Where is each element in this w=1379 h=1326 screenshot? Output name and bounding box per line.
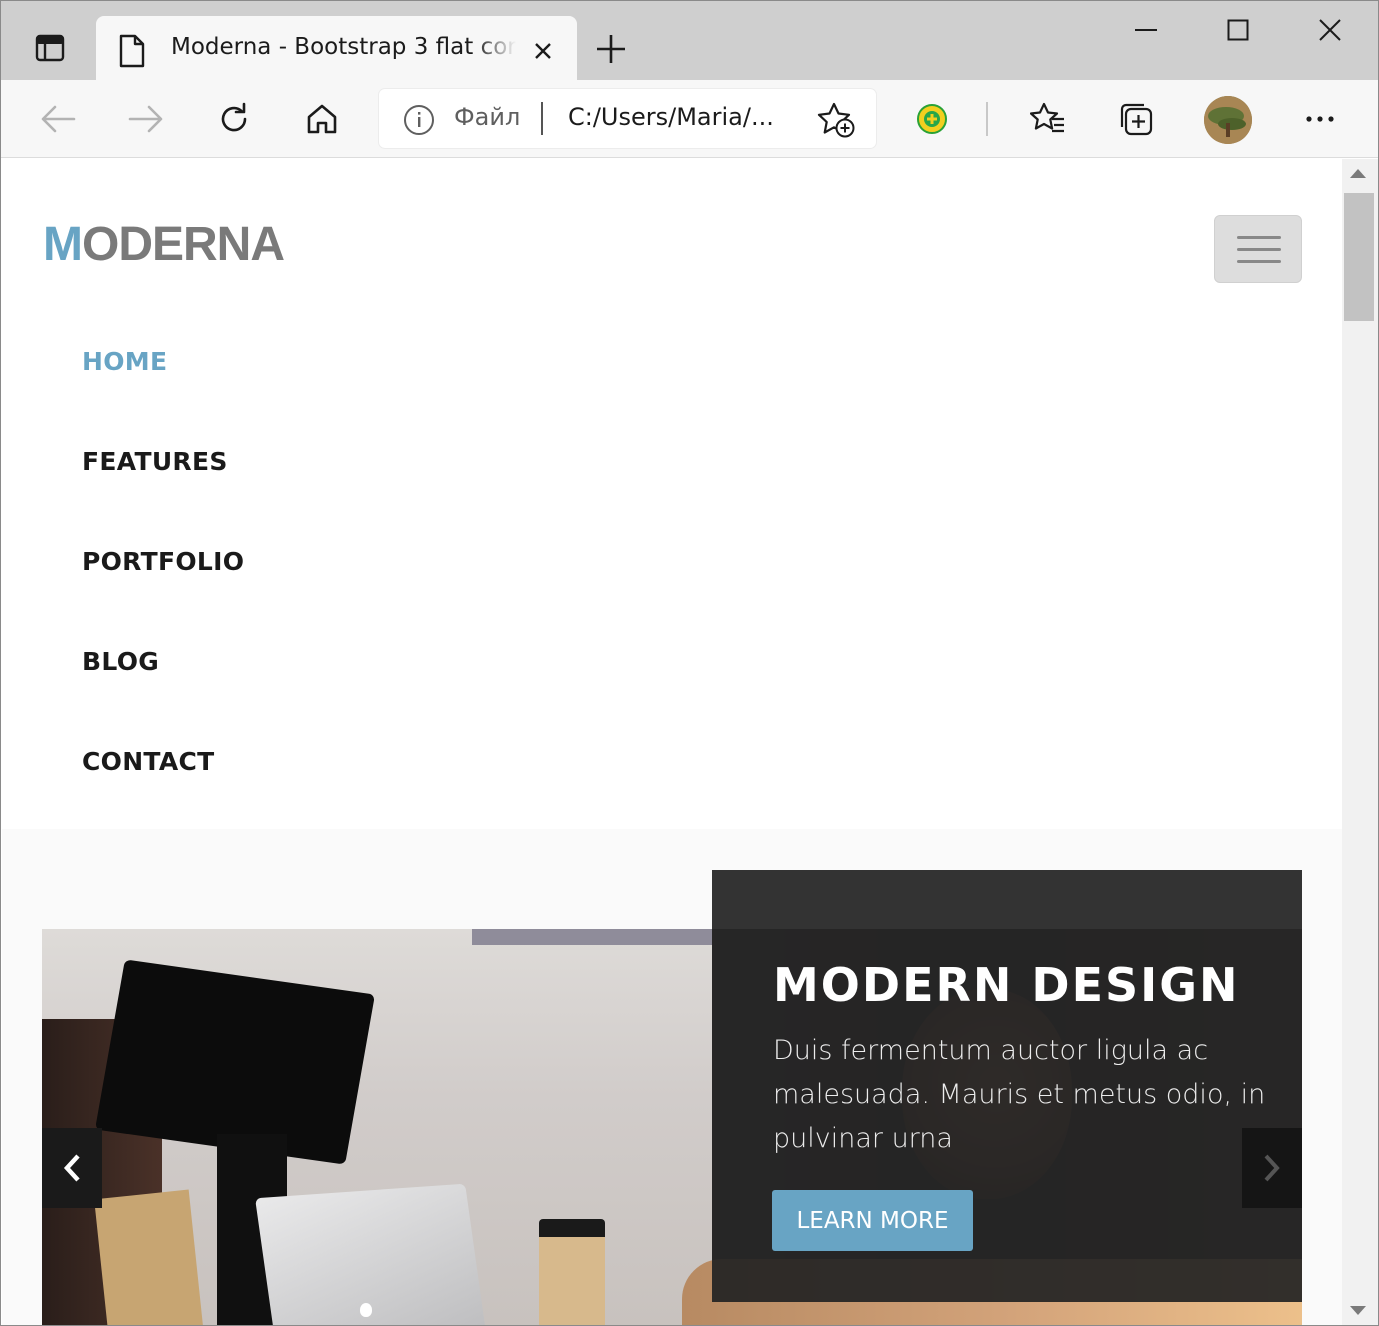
menu-item-home[interactable]: HOME: [82, 347, 244, 376]
maximize-button[interactable]: [1208, 6, 1268, 54]
chevron-right-icon: [1264, 1154, 1280, 1182]
forward-arrow-icon[interactable]: [124, 97, 168, 141]
address-bar[interactable]: Файл C:/Users/Maria/...: [379, 89, 876, 148]
toolbar-divider: [986, 102, 988, 136]
slide-heading: MODERN DESIGN: [773, 958, 1240, 1012]
menu-item-portfolio[interactable]: PORTFOLIO: [82, 547, 244, 576]
address-divider: [541, 102, 543, 135]
tab-strip: Moderna - Bootstrap 3 flat corporate tem…: [1, 1, 1378, 81]
close-icon[interactable]: [528, 36, 558, 66]
star-add-icon[interactable]: [817, 102, 855, 142]
carousel-next-button[interactable]: [1242, 1128, 1302, 1208]
tab-active[interactable]: Moderna - Bootstrap 3 flat corporate tem…: [96, 16, 577, 81]
close-window-button[interactable]: [1300, 6, 1360, 54]
extension-icon[interactable]: [910, 97, 954, 141]
chevron-left-icon: [63, 1154, 80, 1182]
scroll-down-arrow-icon[interactable]: [1350, 1306, 1366, 1315]
page-icon: [118, 34, 146, 72]
navbar-toggle-button[interactable]: [1214, 215, 1302, 283]
learn-more-button[interactable]: LEARN MORE: [772, 1190, 973, 1251]
menu-item-contact[interactable]: CONTACT: [82, 747, 244, 776]
browser-window: Moderna - Bootstrap 3 flat corporate tem…: [0, 0, 1379, 1326]
site-logo[interactable]: MODERNA: [43, 217, 285, 272]
tab-title: Moderna - Bootstrap 3 flat corporate tem…: [171, 34, 516, 60]
carousel-prev-button[interactable]: [42, 1128, 102, 1208]
url-text[interactable]: C:/Users/Maria/...: [568, 103, 774, 131]
back-arrow-icon[interactable]: [36, 97, 80, 141]
profile-avatar[interactable]: [1204, 96, 1252, 144]
menu-item-features[interactable]: FEATURES: [82, 447, 244, 476]
refresh-icon[interactable]: [212, 97, 256, 141]
browser-toolbar: Файл C:/Users/Maria/...: [1, 80, 1378, 158]
scroll-thumb[interactable]: [1344, 193, 1374, 321]
menu-item-blog[interactable]: BLOG: [82, 647, 244, 676]
slide-caption: MODERN DESIGN Duis fermentum auctor ligu…: [712, 870, 1302, 1302]
slide-text: Duis fermentum auctor ligula ac malesuad…: [773, 1035, 1266, 1154]
logo-accent-letter: M: [43, 218, 83, 271]
vertical-scrollbar[interactable]: [1342, 159, 1378, 1325]
scroll-up-arrow-icon[interactable]: [1350, 169, 1366, 178]
logo-text: ODERNA: [81, 218, 285, 271]
hamburger-icon: [1237, 236, 1281, 239]
collections-icon[interactable]: [1114, 97, 1158, 141]
minimize-button[interactable]: [1117, 6, 1177, 54]
protocol-label: Файл: [454, 103, 521, 131]
info-icon[interactable]: [403, 104, 435, 140]
tab-actions-icon[interactable]: [23, 21, 77, 75]
favorites-icon[interactable]: [1026, 97, 1070, 141]
plus-icon[interactable]: [589, 27, 633, 71]
home-icon[interactable]: [300, 97, 344, 141]
page-viewport: MODERNA HOME FEATURES PORTFOLIO BLOG CON…: [2, 159, 1342, 1325]
main-menu: HOME FEATURES PORTFOLIO BLOG CONTACT: [82, 347, 244, 847]
ellipsis-icon[interactable]: [1298, 97, 1342, 141]
